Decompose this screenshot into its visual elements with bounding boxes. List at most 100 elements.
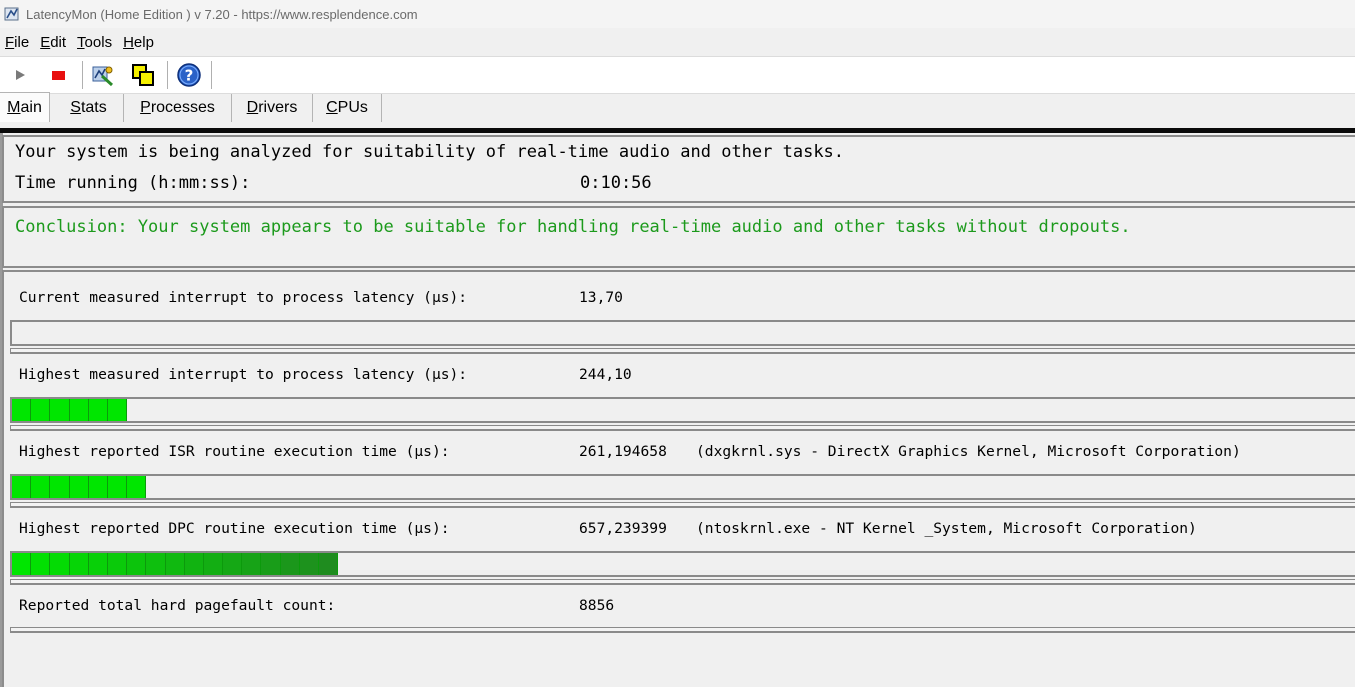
title-bar: LatencyMon (Home Edition ) v 7.20 - http…	[0, 0, 1355, 28]
metric-label: Highest measured interrupt to process la…	[19, 366, 468, 383]
bar-segment	[280, 553, 300, 575]
bar-segment	[50, 476, 70, 498]
bar-segment	[261, 553, 281, 575]
analysis-status-text: Your system is being analyzed for suitab…	[15, 142, 845, 162]
bar-segment	[107, 553, 128, 575]
tab-main-rest: ain	[20, 98, 42, 116]
analyze-button[interactable]	[90, 62, 116, 88]
bar-segment	[184, 553, 204, 575]
bar-segment	[50, 399, 70, 421]
bar-segment	[127, 553, 147, 575]
tab-processes-rest: rocesses	[150, 99, 215, 116]
bar-fill	[12, 399, 128, 421]
metric-value: 8856	[579, 597, 615, 614]
time-running-label: Time running (h:mm:ss):	[15, 173, 251, 193]
bar-segment	[12, 476, 32, 498]
metrics-panel: Current measured interrupt to process la…	[2, 270, 1355, 687]
latency-bar-highest	[10, 397, 1355, 423]
bar-segment	[88, 553, 108, 575]
tab-cpus-accel: C	[326, 99, 338, 116]
bar-segment	[12, 399, 32, 421]
bar-segment	[299, 553, 319, 575]
metric-value: 13,70	[579, 289, 623, 306]
bar-segment	[146, 553, 166, 575]
toolbar-separator	[82, 61, 83, 89]
bar-segment	[107, 399, 128, 421]
metric-label: Current measured interrupt to process la…	[19, 289, 468, 306]
bar-segment	[223, 553, 243, 575]
row-divider	[10, 502, 1355, 508]
tab-stats-rest: tats	[80, 99, 107, 116]
tab-content-border	[0, 128, 1355, 133]
analyze-icon	[92, 66, 114, 87]
menu-file-rest: ile	[14, 33, 30, 51]
bar-segment	[127, 476, 147, 498]
tab-drivers-rest: rivers	[258, 99, 298, 116]
tab-cpus-rest: PUs	[337, 99, 368, 116]
row-divider	[10, 425, 1355, 431]
windows-icon	[132, 64, 154, 86]
menu-file[interactable]: File	[0, 34, 35, 51]
bar-segment	[31, 399, 51, 421]
tab-cpus[interactable]: C PUs	[313, 94, 382, 122]
bar-segment	[88, 476, 108, 498]
metric-label: Highest reported DPC routine execution t…	[19, 520, 450, 537]
tab-stats[interactable]: Stats	[54, 94, 124, 122]
bar-segment	[165, 553, 185, 575]
bar-fill	[12, 476, 147, 498]
conclusion-text: Conclusion: Your system appears to be su…	[15, 217, 1131, 237]
bar-segment	[69, 553, 89, 575]
bar-fill	[12, 553, 339, 575]
latency-bar-current	[10, 320, 1355, 346]
toolbar-separator	[167, 61, 168, 89]
menu-file-accel: F	[5, 33, 15, 51]
dpc-bar	[10, 551, 1355, 577]
windows-button[interactable]	[130, 62, 156, 88]
help-button[interactable]: ?	[176, 62, 202, 88]
time-running-value: 0:10:56	[580, 173, 652, 193]
menu-help-rest: elp	[133, 33, 154, 51]
window-title: LatencyMon (Home Edition ) v 7.20 - http…	[26, 6, 418, 22]
menu-tools[interactable]: Tools	[72, 34, 118, 51]
bar-segment	[107, 476, 128, 498]
menu-tools-rest: ools	[84, 33, 113, 51]
stop-button[interactable]	[45, 62, 71, 88]
bar-segment	[242, 553, 262, 575]
toolbar: ?	[0, 56, 1355, 94]
play-icon	[16, 70, 25, 80]
bar-segment	[319, 553, 339, 575]
tab-processes[interactable]: Processes	[124, 94, 232, 122]
metric-label: Highest reported ISR routine execution t…	[19, 443, 450, 460]
isr-bar	[10, 474, 1355, 500]
menu-help[interactable]: Help	[118, 34, 160, 51]
bar-segment	[50, 553, 70, 575]
metric-value: 657,239399	[579, 520, 667, 537]
latencymon-app-icon	[4, 6, 20, 22]
help-icon: ?	[177, 63, 201, 87]
bar-segment	[31, 553, 51, 575]
menu-edit[interactable]: Edit	[35, 34, 72, 51]
bar-segment	[31, 476, 51, 498]
metric-label: Reported total hard pagefault count:	[19, 597, 336, 614]
bar-segment	[12, 553, 32, 575]
svg-text:?: ?	[185, 67, 194, 85]
metric-value: 261,194658	[579, 443, 667, 460]
stop-icon	[52, 71, 65, 80]
metric-detail: (dxgkrnl.sys - DirectX Graphics Kernel, …	[696, 443, 1241, 460]
tab-strip: Main Stats Processes Drivers C PUs	[0, 92, 1355, 124]
menu-help-accel: H	[123, 33, 134, 51]
metric-value: 244,10	[579, 366, 632, 383]
tab-main[interactable]: Main	[0, 92, 50, 122]
bar-segment	[69, 399, 89, 421]
bar-segment	[88, 399, 108, 421]
tab-processes-accel: P	[140, 99, 151, 116]
row-divider	[10, 627, 1355, 633]
tab-drivers[interactable]: Drivers	[232, 94, 313, 122]
menu-edit-accel: E	[40, 33, 51, 51]
start-button[interactable]	[7, 62, 33, 88]
tab-drivers-accel: D	[246, 99, 259, 116]
toolbar-separator	[211, 61, 212, 89]
row-divider	[10, 579, 1355, 585]
tab-stats-accel: S	[70, 99, 81, 116]
conclusion-panel: Conclusion: Your system appears to be su…	[2, 206, 1355, 268]
